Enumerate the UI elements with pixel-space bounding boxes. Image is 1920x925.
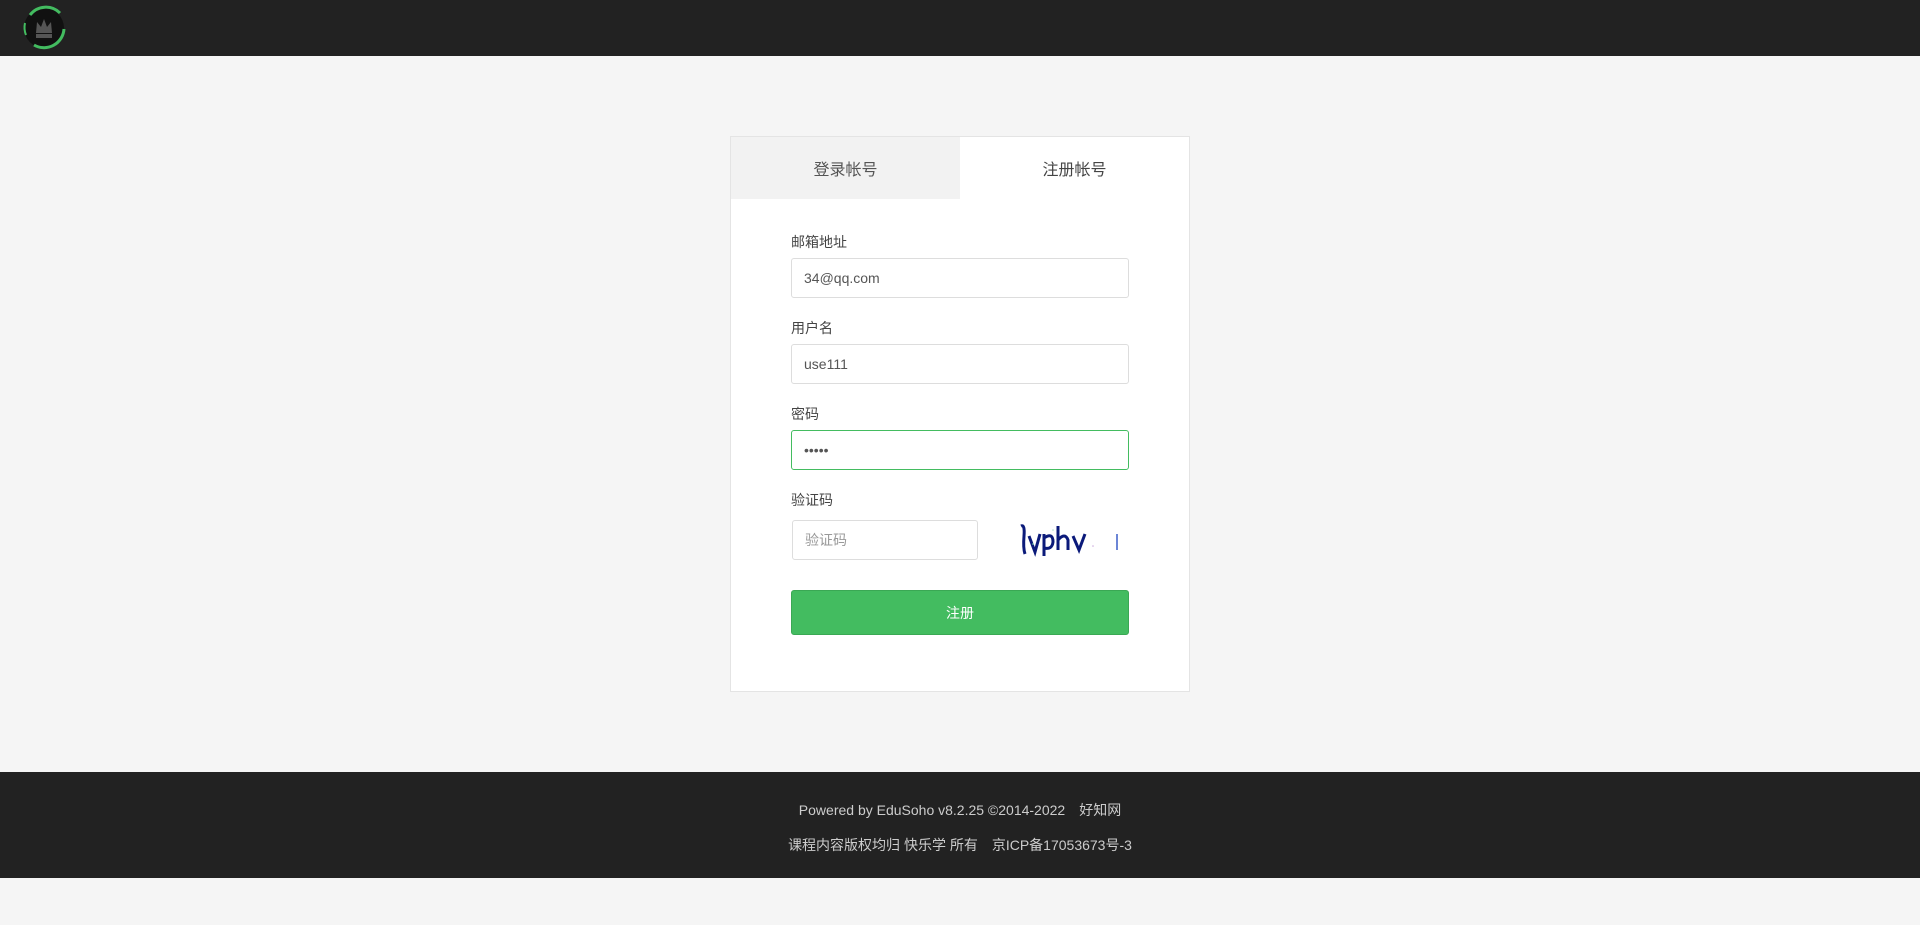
captcha-row	[791, 516, 1129, 564]
copyright-text: 课程内容版权均归 快乐学 所有	[788, 837, 978, 853]
captcha-image[interactable]	[1013, 516, 1129, 564]
captcha-field-group: 验证码	[791, 492, 1129, 564]
password-field-group: 密码	[791, 406, 1129, 470]
footer-copyright-line: 课程内容版权均归 快乐学 所有 京ICP备17053673号-3	[0, 835, 1920, 855]
username-field-group: 用户名	[791, 320, 1129, 384]
footer-powered-line: Powered by EduSoho v8.2.25 ©2014-2022 好知网	[0, 800, 1920, 820]
password-field[interactable]	[791, 430, 1129, 470]
page-footer: Powered by EduSoho v8.2.25 ©2014-2022 好知网…	[0, 772, 1920, 878]
username-field[interactable]	[791, 344, 1129, 384]
auth-tabs: 登录帐号 注册帐号	[731, 137, 1189, 199]
haozhi-link[interactable]: 好知网	[1079, 802, 1121, 818]
email-field[interactable]	[791, 258, 1129, 298]
captcha-label: 验证码	[791, 492, 833, 508]
password-label: 密码	[791, 406, 819, 422]
icp-link[interactable]: 京ICP备17053673号-3	[992, 837, 1132, 853]
register-submit-button[interactable]: 注册	[791, 590, 1129, 635]
powered-by-text: Powered by EduSoho v8.2.25 ©2014-2022	[798, 802, 1066, 818]
register-card: 登录帐号 注册帐号 邮箱地址 用户名 密码 验证码	[730, 136, 1190, 692]
email-label: 邮箱地址	[791, 234, 847, 250]
crown-logo-icon[interactable]	[20, 5, 68, 51]
email-field-group: 邮箱地址	[791, 234, 1129, 298]
tab-login[interactable]: 登录帐号	[731, 137, 960, 199]
captcha-input[interactable]	[792, 520, 978, 560]
top-navbar	[0, 0, 1920, 56]
username-label: 用户名	[791, 320, 833, 336]
register-form: 邮箱地址 用户名 密码 验证码	[791, 234, 1129, 635]
tab-register[interactable]: 注册帐号	[960, 137, 1189, 199]
